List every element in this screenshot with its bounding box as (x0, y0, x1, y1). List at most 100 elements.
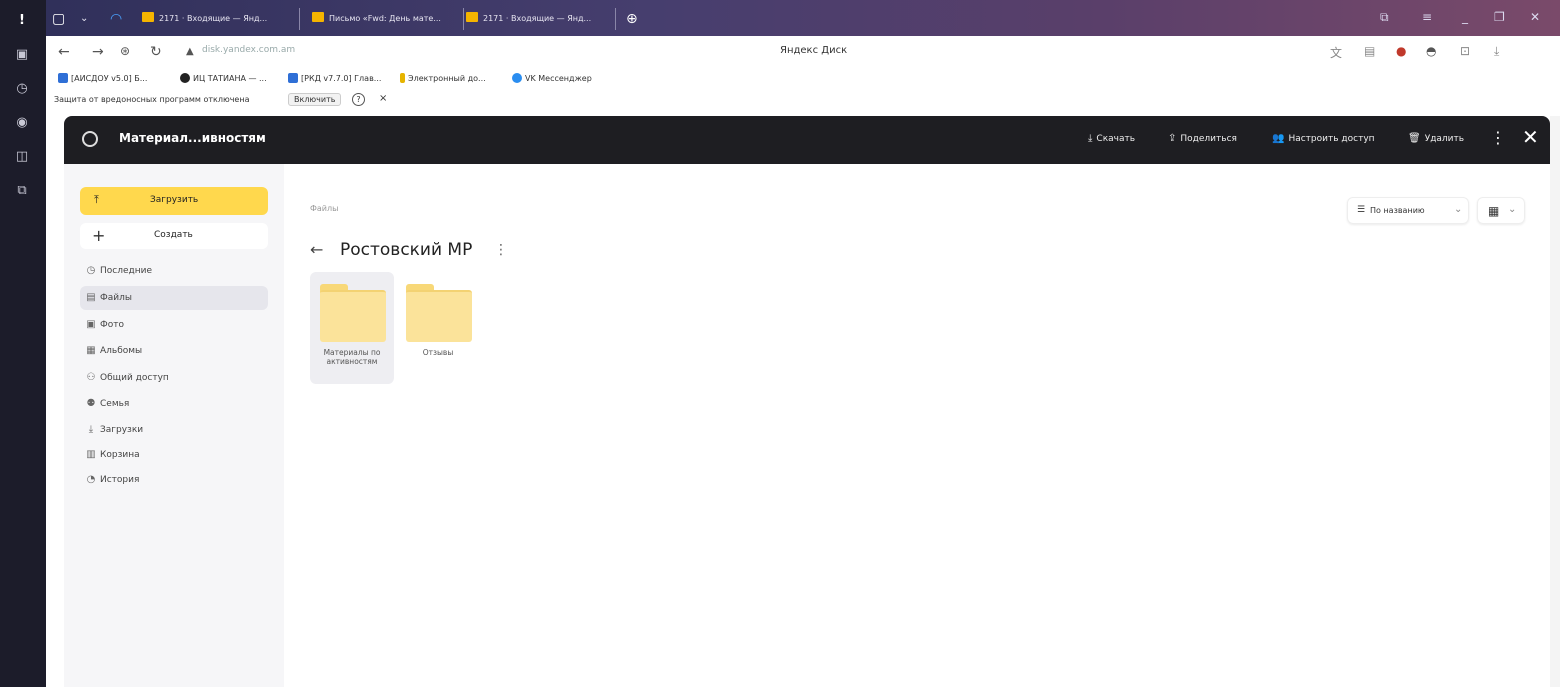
sidebar-item-files[interactable]: ▤ Файлы (80, 286, 268, 310)
tabs-menu-icon[interactable]: ▢ (52, 8, 72, 30)
protection-text: Защита от вредоносных программ отключена (54, 95, 250, 104)
create-button[interactable]: + Создать (80, 223, 268, 249)
page-title: Яндекс Диск (780, 45, 848, 56)
info-icon[interactable] (82, 131, 98, 147)
delete-button[interactable]: 🗑 Удалить (1408, 133, 1464, 144)
trash-icon: ▥ (86, 449, 96, 460)
shared-icon: ⚇ (86, 372, 96, 383)
bookmark-item[interactable]: ИЦ ТАТИАНА — ... (180, 73, 267, 83)
minimize-icon[interactable]: _ (1462, 10, 1468, 24)
tab-mail-1[interactable]: 2171 · Входящие — Янд... (142, 8, 300, 30)
bookmarks-bar: [АИСДОУ v5.0] Б... ИЦ ТАТИАНА — ... [РКД… (46, 68, 1560, 90)
screenshot-icon[interactable]: ⧉ (11, 180, 33, 202)
tab-dropdown-icon[interactable]: ⌄ (80, 8, 96, 30)
bookmark-icon (180, 73, 190, 83)
media-icon[interactable]: ◉ (11, 112, 33, 134)
more-icon[interactable]: ⋮ (1490, 128, 1506, 147)
reader-icon[interactable]: ▤ (1364, 44, 1375, 58)
chevron-down-icon: ⌄ (1454, 204, 1463, 215)
download-icon: ⤓ (88, 424, 94, 435)
history-icon: ◔ (86, 474, 96, 485)
mail-icon (312, 12, 324, 22)
sort-icon: ☰ (1357, 205, 1366, 215)
bookmark-icon (58, 73, 68, 83)
profile-icon[interactable]: ! (11, 10, 33, 32)
panel-icon[interactable]: ◫ (11, 146, 33, 168)
bookmark-icon (400, 73, 405, 83)
family-icon: ⚉ (86, 398, 96, 409)
collections-icon[interactable]: ▣ (11, 44, 33, 66)
sidebar-item-photo[interactable]: ▣ Фото (80, 313, 268, 337)
photo-icon: ▣ (86, 319, 96, 330)
close-icon[interactable]: ✕ (1522, 126, 1539, 148)
sidebar-item-trash[interactable]: ▥ Корзина (80, 443, 268, 467)
chevron-down-icon: ⌄ (1508, 204, 1517, 215)
help-icon[interactable]: ? (352, 93, 365, 106)
sidebar-item-history[interactable]: ◔ История (80, 468, 268, 492)
folder-tile[interactable]: Отзывы (396, 272, 480, 384)
translate-icon[interactable]: 文 (1330, 44, 1342, 61)
disk-content: ⤒ Загрузить + Создать ◷ Последние ▤ Файлы … (64, 164, 1550, 687)
bookmark-item[interactable]: VK Мессенджер (512, 73, 592, 83)
sidebar-item-albums[interactable]: ▦ Альбомы (80, 339, 268, 363)
bookmark-item[interactable]: [РКД v7.7.0] Глав... (288, 73, 381, 83)
reload-icon[interactable]: ↻ (150, 44, 162, 60)
bookmark-icon[interactable]: ⊡ (1460, 44, 1470, 58)
download-icon: ⤓ (1088, 133, 1093, 144)
folder-title: Ростовский МР (340, 240, 473, 260)
sidebar-item-downloads[interactable]: ⤓ Загрузки (80, 418, 268, 442)
tab-strip: ▢ ⌄ ◠ 2171 · Входящие — Янд... Письмо «F… (46, 0, 1560, 36)
download-button[interactable]: ⤓ Скачать (1088, 133, 1135, 144)
protection-notice: Защита от вредоносных программ отключена… (46, 90, 1560, 112)
sidebar-item-recent[interactable]: ◷ Последние (80, 259, 268, 283)
back-icon[interactable]: ← (58, 44, 70, 60)
mail-icon (466, 12, 478, 22)
folder-tile[interactable]: Материалы по активностям (310, 272, 394, 384)
trash-icon: 🗑 (1408, 133, 1421, 144)
page-scrollbar[interactable] (1550, 116, 1560, 687)
sort-dropdown[interactable]: ☰ По названию ⌄ (1347, 197, 1469, 224)
browser-logo-icon[interactable]: ◠ (110, 8, 132, 30)
tab-mail-3[interactable]: 2171 · Входящие — Янд... (466, 8, 616, 30)
vk-icon (512, 73, 522, 83)
tab-search-icon[interactable]: ⧉ (1380, 10, 1389, 25)
folder-icon (406, 284, 472, 342)
menu-icon[interactable]: ≡ (1422, 10, 1432, 24)
header-title: Материал...ивностям (119, 131, 266, 145)
history-icon[interactable]: ◷ (11, 78, 33, 100)
bookmark-item[interactable]: Электронный до... (400, 73, 486, 83)
tab-mail-2[interactable]: Письмо «Fwd: День мате... (312, 8, 464, 30)
sidebar-item-family[interactable]: ⚉ Семья (80, 392, 268, 416)
extension-icon[interactable]: ● (1396, 44, 1406, 58)
view-toggle[interactable]: ▦ ⌄ (1477, 197, 1525, 224)
upload-button[interactable]: ⤒ Загрузить (80, 187, 268, 215)
share-button[interactable]: ⇪ Поделиться (1168, 133, 1237, 144)
file-icon: ▤ (86, 292, 96, 303)
folder-menu-icon[interactable]: ⋮ (494, 242, 508, 258)
protect-icon[interactable]: ⊛ (120, 44, 130, 58)
vpn-icon[interactable]: ◓ (1426, 44, 1436, 58)
breadcrumb[interactable]: Файлы (310, 204, 338, 213)
lock-icon: ▲ (186, 46, 194, 57)
new-tab-icon[interactable]: ⊕ (626, 8, 646, 30)
sidebar-item-shared[interactable]: ⚇ Общий доступ (80, 366, 268, 390)
enable-protection-button[interactable]: Включить (288, 93, 342, 106)
back-arrow-icon[interactable]: ← (310, 240, 323, 259)
upload-icon: ⤒ (94, 193, 99, 206)
mail-icon (142, 12, 154, 22)
downloads-icon[interactable]: ⤓ (1494, 44, 1499, 59)
folder-icon (320, 284, 386, 342)
disk-sidebar: ⤒ Загрузить + Создать ◷ Последние ▤ Файлы … (64, 164, 284, 687)
restore-icon[interactable]: ❐ (1494, 10, 1505, 24)
url-field[interactable]: disk.yandex.com.am (202, 45, 362, 59)
grid-icon: ▦ (1488, 204, 1500, 218)
close-notice-icon[interactable]: × (379, 93, 387, 104)
folder-name: Материалы по активностям (323, 348, 381, 366)
plus-icon: + (92, 226, 106, 245)
bookmark-item[interactable]: [АИСДОУ v5.0] Б... (58, 73, 147, 83)
browser-sidebar: ! ▣ ◷ ◉ ◫ ⧉ (0, 0, 46, 687)
forward-icon[interactable]: → (92, 44, 104, 60)
window-close-icon[interactable]: ✕ (1530, 10, 1540, 24)
address-bar: ← → ⊛ ↻ ▲ disk.yandex.com.am Яндекс Диск… (46, 36, 1560, 68)
access-button[interactable]: 👥 Настроить доступ (1272, 133, 1375, 144)
